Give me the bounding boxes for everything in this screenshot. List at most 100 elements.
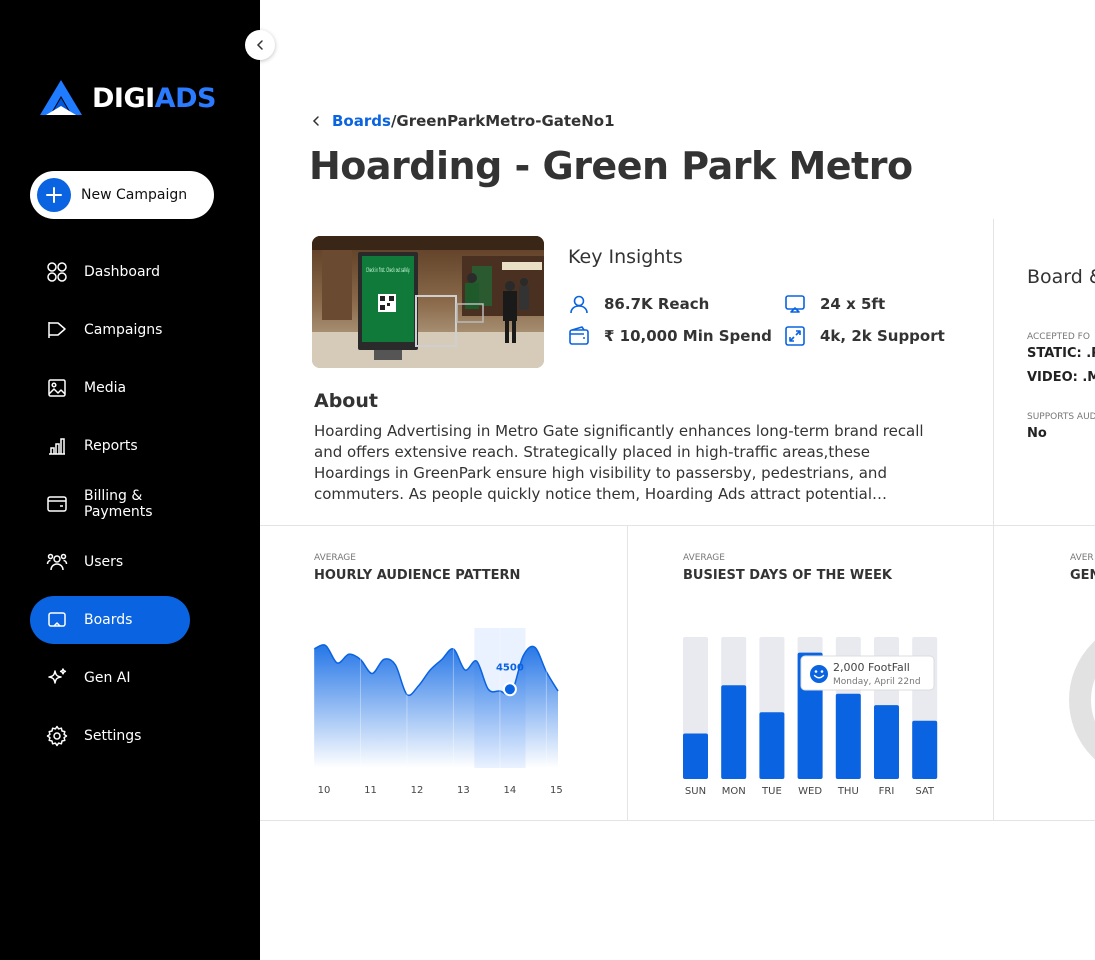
hourly-tick-label: 15 bbox=[550, 785, 562, 796]
insight-min-spend-value: ₹ 10,000 Min Spend bbox=[604, 327, 772, 345]
sidebar-item-label: Campaigns bbox=[84, 322, 163, 338]
supports-audio-label: SUPPORTS AUD bbox=[1027, 412, 1095, 422]
user-icon bbox=[568, 293, 590, 315]
campaigns-icon bbox=[46, 319, 68, 341]
bar-fri[interactable] bbox=[874, 705, 899, 779]
divider bbox=[627, 526, 628, 820]
page-title: Hoarding - Green Park Metro bbox=[309, 144, 913, 188]
video-formats: VIDEO: .M bbox=[1027, 370, 1095, 385]
bar-label: SAT bbox=[915, 786, 935, 797]
insight-size: 24 x 5ft bbox=[784, 293, 885, 315]
hourly-tick-label: 14 bbox=[504, 785, 517, 796]
board-photo[interactable]: Check in first. Check out safely. bbox=[312, 236, 544, 368]
new-campaign-button[interactable]: New Campaign bbox=[30, 171, 214, 219]
bar-label: TUE bbox=[761, 786, 782, 797]
breadcrumb: Boards / GreenParkMetro-GateNo1 bbox=[310, 112, 615, 130]
bar-label: FRI bbox=[879, 786, 895, 797]
busiest-days-chart[interactable]: SUN MON TUE WED THU FRI SAT 2,000 FootFall Monda… bbox=[680, 630, 942, 802]
divider bbox=[260, 525, 1095, 526]
divider bbox=[993, 219, 994, 525]
breadcrumb-link-boards[interactable]: Boards bbox=[332, 112, 391, 130]
sidebar-item-label: Reports bbox=[84, 438, 138, 454]
smile-icon-eye bbox=[820, 670, 824, 673]
new-campaign-label: New Campaign bbox=[81, 187, 188, 203]
bar-label: THU bbox=[837, 786, 859, 797]
bar-tooltip-date: Monday, April 22nd bbox=[833, 677, 921, 687]
sidebar-item-dashboard[interactable]: Dashboard bbox=[30, 248, 190, 296]
sidebar-item-label: Boards bbox=[84, 612, 133, 628]
hero-screen-text: Check in first. Check out safely. bbox=[366, 267, 410, 274]
expand-icon bbox=[784, 325, 806, 347]
media-icon bbox=[46, 377, 68, 399]
sidebar-item-billing[interactable]: Billing & Payments bbox=[30, 480, 190, 528]
chevron-left-icon bbox=[256, 40, 263, 50]
brand-name-white: DIGI bbox=[92, 82, 155, 114]
brand-name-blue: ADS bbox=[154, 82, 217, 114]
donut-chart[interactable] bbox=[1040, 620, 1095, 780]
logo-mark-icon bbox=[40, 80, 82, 115]
sidebar-item-settings[interactable]: Settings bbox=[30, 712, 190, 760]
insight-support-value: 4k, 2k Support bbox=[820, 327, 945, 345]
bar-mon[interactable] bbox=[721, 685, 747, 779]
hourly-tick-label: 12 bbox=[411, 785, 424, 796]
sidebar-item-label: Users bbox=[84, 554, 124, 570]
sparkle-icon bbox=[46, 667, 68, 689]
smile-icon bbox=[810, 665, 828, 683]
smile-icon-eye bbox=[814, 670, 818, 673]
divider bbox=[993, 526, 994, 820]
third-card-label: AVER bbox=[1070, 553, 1094, 563]
third-card-title: GEN bbox=[1070, 568, 1095, 583]
billing-icon bbox=[46, 493, 68, 515]
sidebar-item-reports[interactable]: Reports bbox=[30, 422, 190, 470]
plus-icon bbox=[37, 178, 71, 212]
sidebar-item-boards[interactable]: Boards bbox=[30, 596, 190, 644]
insight-reach-value: 86.7K Reach bbox=[604, 295, 710, 313]
reports-icon bbox=[46, 435, 68, 457]
sidebar-item-campaigns[interactable]: Campaigns bbox=[30, 306, 190, 354]
sidebar-item-gen-ai[interactable]: Gen AI bbox=[30, 654, 190, 702]
gear-icon bbox=[46, 725, 68, 747]
sidebar-item-label: Settings bbox=[84, 728, 142, 744]
sidebar-item-label: Billing & Payments bbox=[84, 488, 153, 520]
insight-support: 4k, 2k Support bbox=[784, 325, 945, 347]
hourly-tick-label: 13 bbox=[457, 785, 470, 796]
bar-label: MON bbox=[722, 786, 746, 797]
brand-logo[interactable]: DIGIADS bbox=[38, 78, 216, 118]
board-details-title: Board & bbox=[1027, 266, 1095, 288]
accepted-formats-label: ACCEPTED FO bbox=[1027, 332, 1090, 342]
supports-audio-value: No bbox=[1027, 426, 1047, 441]
sidebar-item-label: Media bbox=[84, 380, 127, 396]
about-text: Hoarding Advertising in Metro Gate signi… bbox=[314, 422, 924, 503]
sidebar-item-label: Dashboard bbox=[84, 264, 160, 280]
back-chevron-icon[interactable] bbox=[310, 115, 322, 127]
bar-thu[interactable] bbox=[835, 693, 861, 779]
bar-tue[interactable] bbox=[759, 712, 785, 779]
wallet-icon bbox=[568, 325, 590, 347]
busiest-card-label: AVERAGE bbox=[683, 553, 725, 563]
bar-label: SUN bbox=[685, 786, 706, 797]
insight-size-value: 24 x 5ft bbox=[820, 295, 886, 313]
sidebar: DIGIADS New Campaign Dashboard Campaigns… bbox=[0, 0, 260, 960]
static-formats: STATIC: .P bbox=[1027, 346, 1095, 361]
donut-ring bbox=[1069, 640, 1095, 760]
breadcrumb-current: GreenParkMetro-GateNo1 bbox=[396, 112, 615, 130]
hourly-audience-chart[interactable]: 10 11 12 13 14 15 4500 bbox=[312, 626, 562, 801]
dashboard-icon bbox=[46, 261, 68, 283]
divider bbox=[260, 820, 1095, 821]
about-title: About bbox=[314, 390, 378, 412]
hourly-highlight-point[interactable] bbox=[502, 682, 517, 697]
sidebar-collapse-button[interactable] bbox=[245, 30, 275, 60]
screen-icon bbox=[784, 293, 806, 315]
sidebar-item-users[interactable]: Users bbox=[30, 538, 190, 586]
board-photo-illustration: Check in first. Check out safely. bbox=[312, 236, 544, 368]
bar-sun[interactable] bbox=[683, 733, 708, 779]
bar-label: WED bbox=[798, 786, 822, 797]
busiest-card-title: BUSIEST DAYS OF THE WEEK bbox=[683, 568, 892, 583]
users-icon bbox=[46, 551, 68, 573]
hourly-card-label: AVERAGE bbox=[314, 553, 356, 563]
hourly-tick-label: 11 bbox=[364, 785, 377, 796]
sidebar-item-media[interactable]: Media bbox=[30, 364, 190, 412]
boards-icon bbox=[46, 609, 68, 631]
bar-tooltip-value: 2,000 FootFall bbox=[833, 661, 910, 674]
bar-sat[interactable] bbox=[912, 720, 938, 779]
